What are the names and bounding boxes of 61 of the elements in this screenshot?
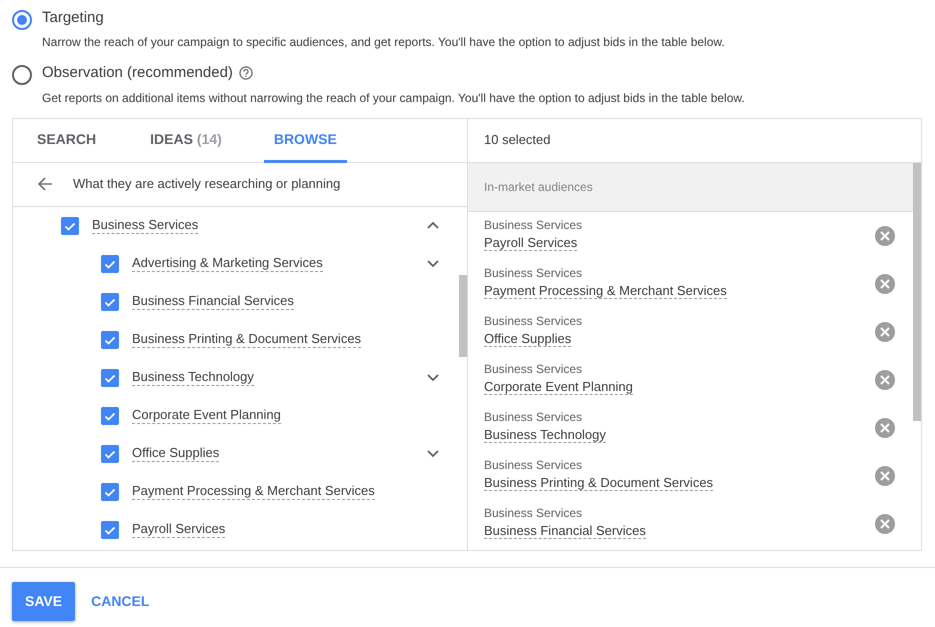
category-label[interactable]: Payment Processing & Merchant Services — [132, 483, 375, 500]
checkbox[interactable] — [61, 216, 79, 234]
audience-label[interactable]: Payroll Services — [484, 235, 578, 252]
category-label[interactable]: Corporate Event Planning — [132, 407, 281, 424]
category-path: Business Services — [484, 266, 584, 282]
tab[interactable]: SEARCH — [25, 118, 108, 162]
remove-icon[interactable] — [875, 418, 895, 438]
audience-label[interactable]: Business Printing & Document Services — [484, 475, 714, 492]
category-path: Business Services — [484, 314, 582, 330]
tab[interactable]: BROWSE — [264, 118, 347, 162]
chevron-up-icon[interactable] — [427, 221, 439, 230]
option-description: Get reports on additional items without narrowing the reach of your campaign. You'll have the option to adjust bids in the table below. — [42, 90, 745, 106]
audience-label[interactable]: Office Supplies — [484, 331, 572, 348]
browse-title: What they are actively researching or planning — [73, 175, 340, 194]
audience-label[interactable]: Payment Processing & Merchant Services — [484, 283, 727, 300]
checkbox[interactable] — [101, 330, 119, 348]
checkbox[interactable] — [101, 292, 119, 310]
scrollbar-thumb[interactable] — [913, 162, 921, 420]
option-label: Observation (recommended) — [42, 63, 233, 83]
back-arrow-icon[interactable] — [37, 176, 53, 192]
category-label[interactable]: Business Financial Services — [132, 293, 294, 310]
tab[interactable]: IDEAS (14) — [138, 118, 234, 162]
checkbox[interactable] — [101, 406, 119, 424]
save-button[interactable]: SAVE — [12, 582, 76, 620]
chevron-down-icon[interactable] — [427, 373, 439, 382]
remove-icon[interactable] — [875, 274, 895, 294]
help-icon[interactable] — [239, 66, 254, 80]
audience-label[interactable]: Corporate Event Planning — [484, 379, 633, 396]
chevron-down-icon[interactable] — [427, 449, 439, 458]
category-path: Business Services — [484, 458, 584, 474]
audience-label[interactable]: Business Financial Services — [484, 523, 646, 540]
category-label[interactable]: Payroll Services — [132, 521, 226, 538]
category-label[interactable]: Business Printing & Document Services — [132, 331, 362, 348]
chevron-down-icon[interactable] — [427, 259, 439, 268]
section-header: In-market audiences — [484, 178, 593, 196]
checkbox[interactable] — [101, 254, 119, 272]
checkbox[interactable] — [101, 520, 119, 538]
scrollbar-thumb[interactable] — [459, 274, 467, 356]
category-path: Business Services — [484, 506, 584, 522]
audience-label[interactable]: Business Technology — [484, 427, 606, 444]
checkbox[interactable] — [101, 482, 119, 500]
category-label[interactable]: Advertising & Marketing Services — [132, 255, 323, 272]
category-label[interactable]: Office Supplies — [132, 445, 220, 462]
option-label: Targeting — [42, 8, 104, 28]
category-path: Business Services — [484, 410, 584, 426]
option-description: Narrow the reach of your campaign to specific audiences, and get reports. You'll have the option to adjust bids in the table below. — [42, 34, 725, 51]
remove-icon[interactable] — [875, 322, 895, 342]
checkbox[interactable] — [101, 444, 119, 462]
remove-icon[interactable] — [875, 226, 895, 246]
radio-button[interactable] — [12, 10, 32, 30]
remove-icon[interactable] — [875, 466, 895, 486]
remove-icon[interactable] — [875, 514, 895, 534]
selected-count: 10 selected — [484, 131, 550, 150]
category-path: Business Services — [484, 362, 584, 378]
remove-icon[interactable] — [875, 370, 895, 390]
category-label[interactable]: Business Services — [92, 217, 198, 234]
radio-button[interactable] — [12, 65, 32, 85]
category-path: Business Services — [484, 218, 582, 234]
category-label[interactable]: Business Technology — [132, 369, 254, 386]
cancel-button[interactable]: CANCEL — [91, 582, 150, 620]
checkbox[interactable] — [101, 368, 119, 386]
